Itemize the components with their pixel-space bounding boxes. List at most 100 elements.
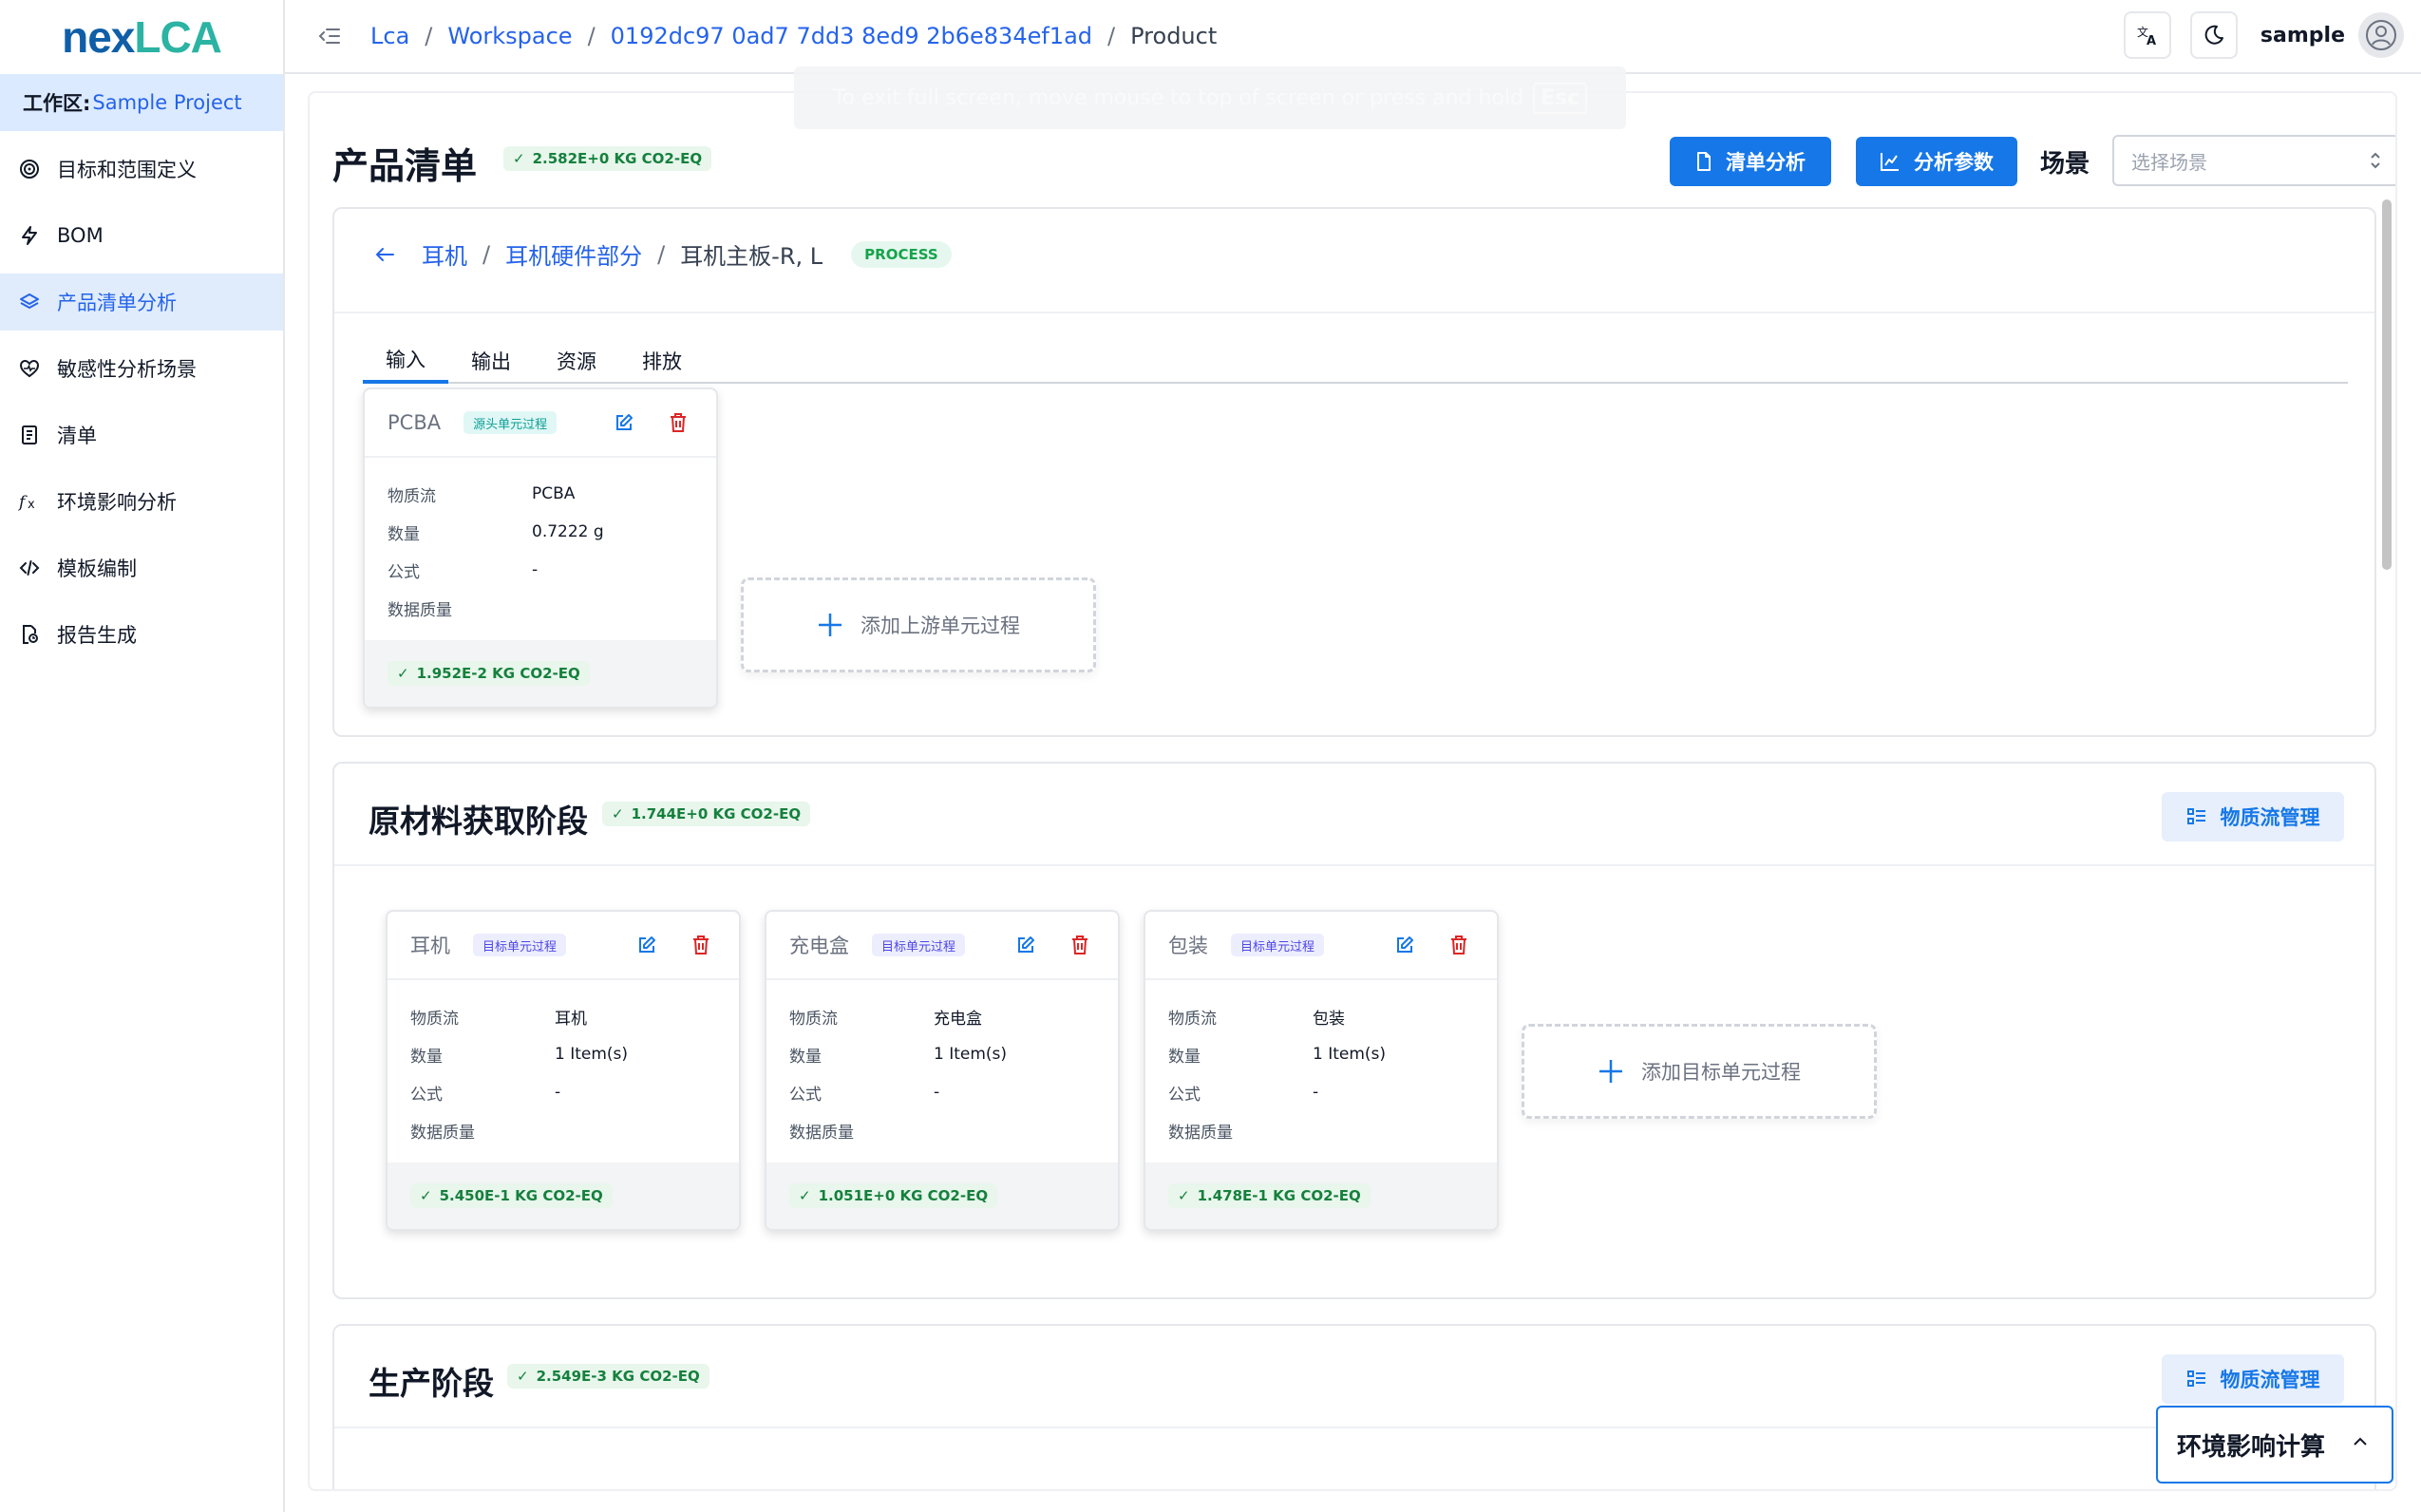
sidebar-item-bom[interactable]: BOM bbox=[0, 207, 283, 264]
svg-text:A: A bbox=[2147, 34, 2156, 47]
row-value: - bbox=[934, 1083, 940, 1102]
row-value: 耳机 bbox=[555, 1009, 587, 1029]
check-icon: ✓ bbox=[1178, 1187, 1190, 1204]
edit-icon[interactable] bbox=[614, 412, 634, 433]
row-key: 公式 bbox=[789, 1085, 822, 1105]
breadcrumb-lca[interactable]: Lca bbox=[370, 23, 409, 49]
workspace-name[interactable]: Sample Project bbox=[92, 91, 241, 114]
collapse-sidebar-icon[interactable] bbox=[312, 18, 348, 54]
card-title: 包装 bbox=[1168, 935, 1208, 957]
tab-resource[interactable]: 资源 bbox=[534, 338, 619, 384]
add-upstream-process-button[interactable]: 添加上游单元过程 bbox=[741, 577, 1096, 672]
sidebar-item-inventory[interactable]: 清单 bbox=[0, 406, 283, 463]
workspace-label: 工作区: bbox=[23, 92, 91, 115]
card-title: 耳机 bbox=[410, 935, 450, 957]
process-breadcrumb-earphones[interactable]: 耳机 bbox=[422, 237, 467, 271]
tab-output[interactable]: 输出 bbox=[448, 338, 534, 384]
sidebar-item-report[interactable]: 报告生成 bbox=[0, 606, 283, 663]
stage-emission-value: 2.549E-3 KG CO2-EQ bbox=[536, 1368, 700, 1385]
scene-select[interactable]: 选择场景 bbox=[2112, 135, 2395, 186]
impact-calculation-button[interactable]: 环境影响计算 bbox=[2156, 1406, 2393, 1484]
sidebar-item-goal-scope[interactable]: 目标和范围定义 bbox=[0, 141, 283, 198]
edit-icon[interactable] bbox=[636, 935, 657, 955]
sidebar-item-product-inventory[interactable]: 产品清单分析 bbox=[0, 274, 283, 331]
material-flow-manage-button[interactable]: 物质流管理 bbox=[2162, 1354, 2344, 1404]
delete-icon[interactable] bbox=[1449, 935, 1468, 955]
material-flow-manage-label: 物质流管理 bbox=[2220, 806, 2320, 829]
card-row: 物质流 包装 bbox=[1168, 997, 1474, 1035]
emission-value: 1.952E-2 KG CO2-EQ bbox=[416, 665, 580, 682]
function-icon: fx bbox=[17, 489, 42, 514]
source-process-tag: 源头单元过程 bbox=[463, 411, 558, 434]
check-icon: ✓ bbox=[397, 665, 409, 682]
dark-mode-icon[interactable] bbox=[2189, 11, 2238, 59]
list-icon bbox=[2186, 1370, 2205, 1387]
target-process-tag: 目标单元过程 bbox=[473, 934, 567, 956]
svg-text:x: x bbox=[28, 498, 35, 512]
sidebar-item-templates[interactable]: 模板编制 bbox=[0, 539, 283, 596]
target-process-card-packaging: 包装 目标单元过程 物质流 包装 数量 1 Item(s) 公式 - 数据质量 ✓ 1.… bbox=[1144, 910, 1499, 1231]
check-icon: ✓ bbox=[612, 805, 624, 822]
emission-badge: ✓ 1.952E-2 KG CO2-EQ bbox=[388, 661, 590, 686]
row-key: 物质流 bbox=[410, 1009, 459, 1029]
panel-divider bbox=[334, 864, 2374, 866]
tab-emission[interactable]: 排放 bbox=[619, 338, 705, 384]
target-process-card-charging-case: 充电盒 目标单元过程 物质流 充电盒 数量 1 Item(s) 公式 - 数据质量 ✓… bbox=[765, 910, 1120, 1231]
scene-label: 场景 bbox=[2040, 150, 2090, 179]
chart-icon bbox=[1881, 153, 1899, 171]
sidebar-nav: 目标和范围定义 BOM 产品清单分析 敏感性分析场景 清单 f x 环境影响分析… bbox=[0, 141, 283, 663]
row-value: 1 Item(s) bbox=[934, 1045, 1008, 1064]
emission-value: 1.478E-1 KG CO2-EQ bbox=[1197, 1187, 1361, 1204]
select-arrows-icon bbox=[2369, 150, 2382, 171]
material-flow-manage-button[interactable]: 物质流管理 bbox=[2162, 792, 2344, 841]
logo-text-primary: nex bbox=[62, 12, 135, 62]
panel-divider bbox=[334, 312, 2374, 313]
card-title: 充电盒 bbox=[789, 935, 849, 957]
inventory-analysis-button[interactable]: 清单分析 bbox=[1670, 137, 1831, 186]
add-target-process-button[interactable]: 添加目标单元过程 bbox=[1522, 1024, 1877, 1119]
row-value: 1 Item(s) bbox=[1313, 1045, 1387, 1064]
breadcrumb-workspace[interactable]: Workspace bbox=[447, 23, 572, 49]
card-footer: ✓ 5.450E-1 KG CO2-EQ bbox=[388, 1162, 739, 1229]
delete-icon[interactable] bbox=[1070, 935, 1089, 955]
analysis-params-button[interactable]: 分析参数 bbox=[1856, 137, 2017, 186]
row-key: 数据质量 bbox=[789, 1123, 854, 1143]
row-value: 1 Item(s) bbox=[555, 1045, 629, 1064]
card-body: 物质流 包装 数量 1 Item(s) 公式 - 数据质量 bbox=[1145, 980, 1497, 1168]
row-key: 数量 bbox=[1168, 1047, 1201, 1067]
code-icon bbox=[17, 556, 42, 580]
edit-icon[interactable] bbox=[1015, 935, 1036, 955]
bolt-icon bbox=[17, 223, 42, 248]
user-avatar-icon[interactable] bbox=[2358, 12, 2404, 58]
card-row: 数据质量 bbox=[789, 1111, 1095, 1149]
emission-value: 5.450E-1 KG CO2-EQ bbox=[439, 1187, 603, 1204]
delete-icon[interactable] bbox=[669, 412, 688, 433]
app-logo[interactable]: nex LCA bbox=[0, 0, 283, 74]
production-stage-panel: 生产阶段 ✓ 2.549E-3 KG CO2-EQ 物质流管理 bbox=[332, 1324, 2376, 1489]
stage-title: 原材料获取阶段 bbox=[369, 803, 588, 840]
emission-badge: ✓ 5.450E-1 KG CO2-EQ bbox=[410, 1183, 613, 1208]
tab-input[interactable]: 输入 bbox=[363, 338, 448, 384]
sidebar-item-sensitivity[interactable]: 敏感性分析场景 bbox=[0, 340, 283, 397]
delete-icon[interactable] bbox=[691, 935, 710, 955]
workspace-selector[interactable]: 工作区: Sample Project bbox=[0, 74, 283, 131]
card-row: 物质流 PCBA bbox=[388, 475, 693, 513]
sidebar-item-label: BOM bbox=[57, 224, 104, 247]
sidebar: nexLCA 工作区: Sample Project 目标和范围定义 BOM bbox=[0, 0, 285, 1512]
plus-icon bbox=[1598, 1058, 1624, 1085]
sidebar-item-label: 目标和范围定义 bbox=[57, 159, 197, 181]
process-breadcrumb-hardware[interactable]: 耳机硬件部分 bbox=[505, 237, 642, 271]
breadcrumb-project-id[interactable]: 0192dc97 0ad7 7dd3 8ed9 2b6e834ef1ad bbox=[611, 23, 1092, 49]
sidebar-item-impact-analysis[interactable]: fx 环境影响分析 bbox=[0, 473, 283, 530]
document-icon bbox=[1697, 152, 1711, 171]
stage-emission-badge: ✓ 2.549E-3 KG CO2-EQ bbox=[507, 1364, 709, 1389]
sidebar-item-label: 报告生成 bbox=[57, 624, 137, 647]
username[interactable]: sample bbox=[2260, 24, 2345, 47]
translate-icon[interactable]: 文A bbox=[2123, 11, 2171, 59]
stage-emission-value: 1.744E+0 KG CO2-EQ bbox=[631, 805, 802, 822]
vertical-scrollbar[interactable] bbox=[2382, 199, 2392, 570]
back-arrow-icon[interactable] bbox=[374, 246, 395, 263]
row-key: 公式 bbox=[388, 562, 420, 582]
edit-icon[interactable] bbox=[1394, 935, 1415, 955]
card-row: 数量 1 Item(s) bbox=[1168, 1035, 1474, 1073]
